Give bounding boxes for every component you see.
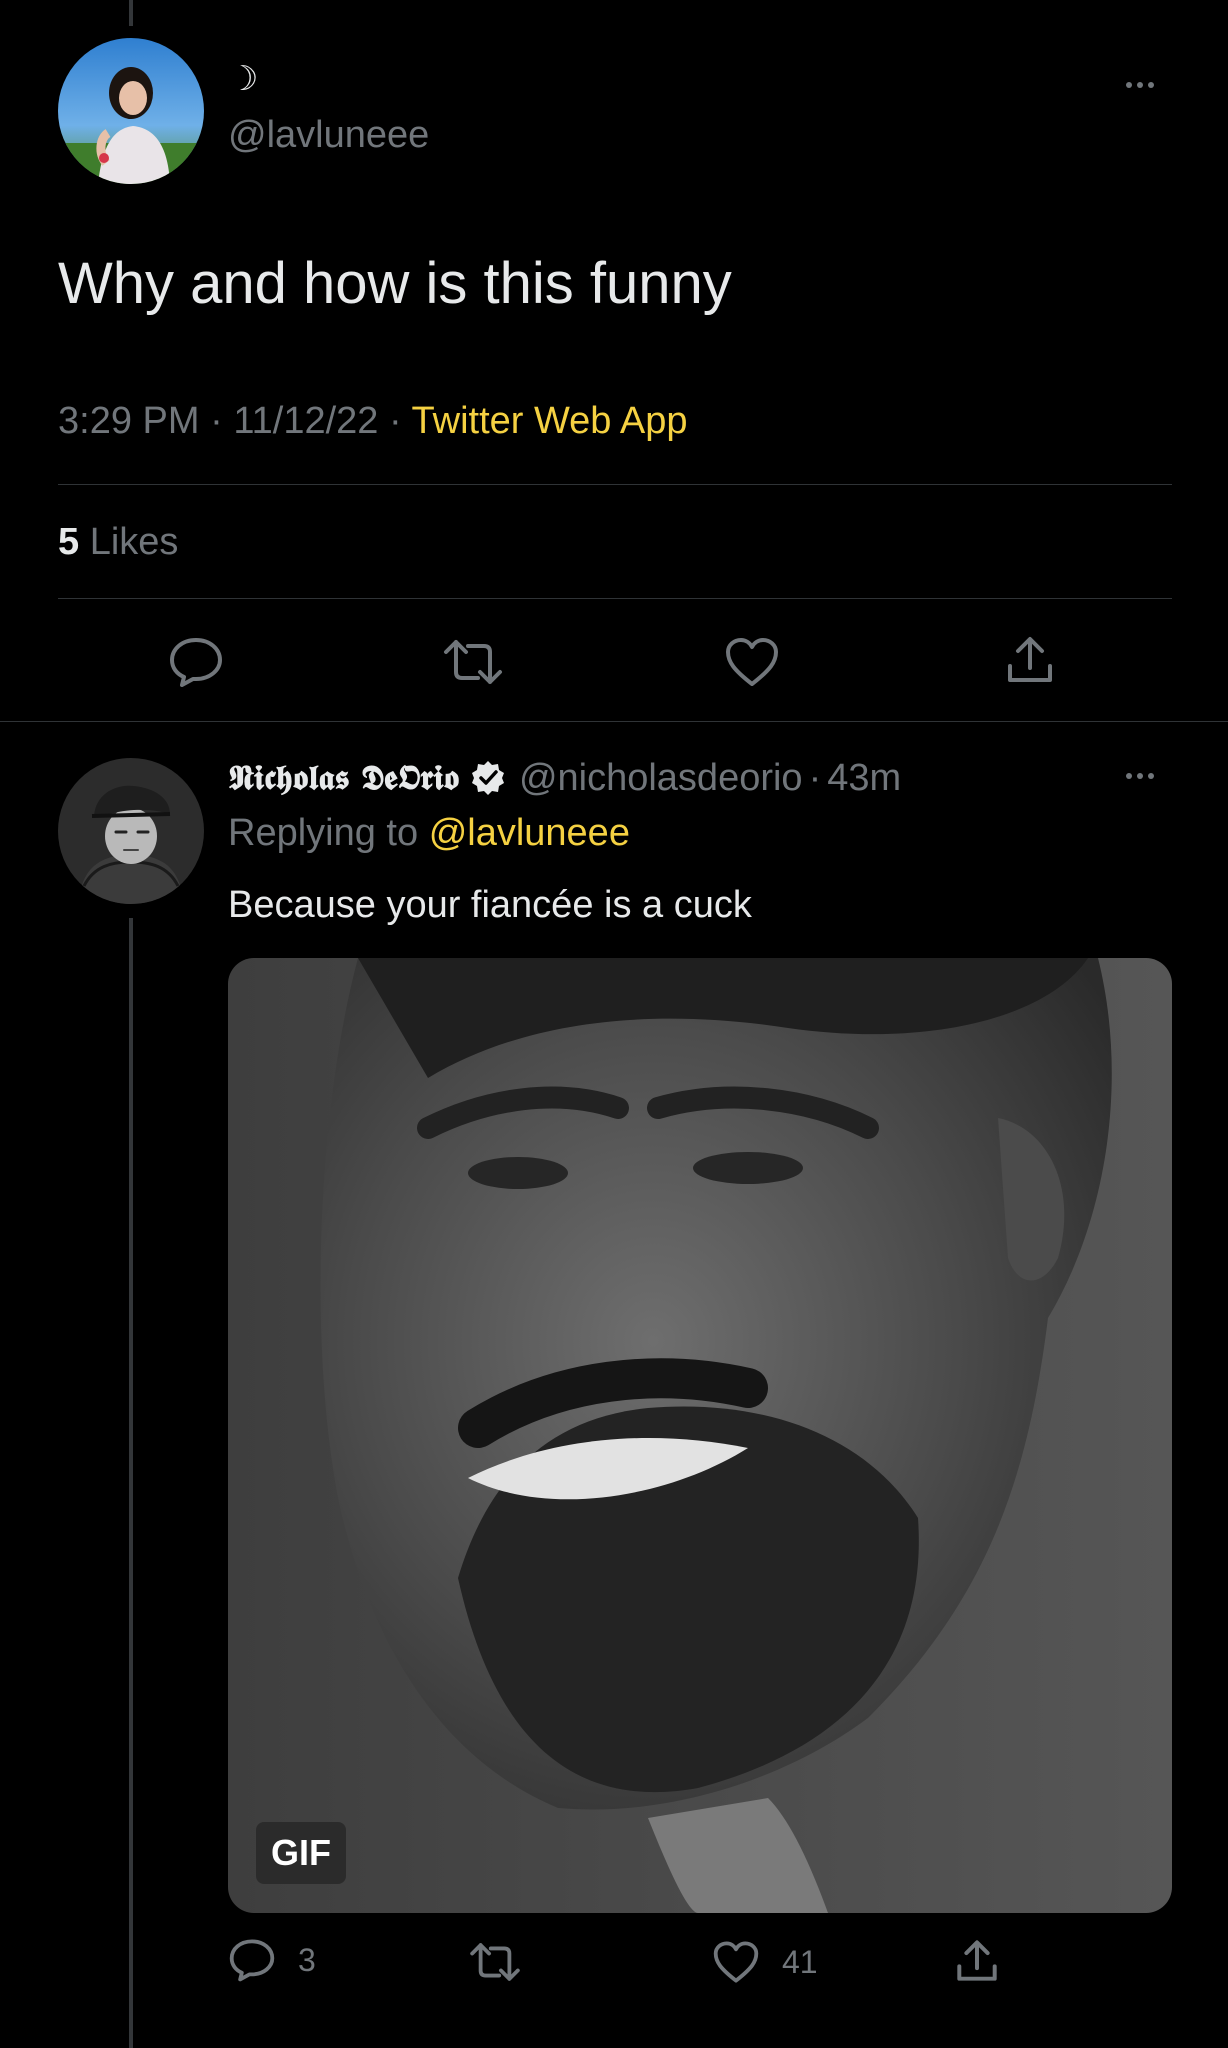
share-icon[interactable] (1004, 634, 1056, 686)
likes-stat[interactable]: 5 Likes (58, 523, 178, 561)
retweet-icon[interactable] (468, 1940, 522, 1984)
tweet-date: 11/12/22 (233, 400, 379, 442)
share-icon[interactable] (954, 1938, 1000, 1984)
retweet-icon[interactable] (442, 636, 504, 688)
gif-badge: GIF (256, 1822, 346, 1884)
heart-icon (712, 1940, 760, 1984)
tweet-source-link[interactable]: Twitter Web App (412, 400, 688, 442)
reply-text: Because your fiancée is a cuck (228, 884, 752, 926)
reply-author-avatar[interactable] (58, 758, 204, 904)
reply-count: 3 (298, 1941, 316, 1978)
reply-action-reply[interactable]: 3 (228, 1938, 316, 1982)
replying-to-line: Replying to @lavluneee (228, 814, 630, 852)
likes-label: Likes (89, 521, 179, 563)
divider (58, 484, 1172, 485)
tweet-text: Why and how is this funny (58, 251, 732, 316)
meta-separator: · (808, 756, 822, 799)
thread-line-top (129, 0, 133, 26)
divider (58, 598, 1172, 599)
meta-separator: · (210, 400, 223, 442)
more-options-icon[interactable] (1126, 82, 1154, 88)
like-count: 41 (782, 1943, 818, 1980)
verified-badge-icon (469, 759, 507, 797)
likes-count: 5 (58, 521, 80, 563)
thread-line-reply (129, 918, 133, 2048)
divider (0, 721, 1228, 722)
heart-icon[interactable] (724, 636, 780, 688)
reply-action-like[interactable]: 41 (712, 1940, 818, 1984)
reply-timestamp[interactable]: 43m (827, 757, 901, 800)
reply-icon[interactable] (168, 636, 224, 688)
reply-gif-media[interactable]: GIF (228, 958, 1172, 1913)
tweet-metadata: 3:29 PM · 11/12/22 · Twitter Web App (58, 402, 688, 440)
reply-display-name[interactable]: 𝕹𝖎𝖈𝖍𝖔𝖑𝖆𝖘 𝕯𝖊𝕺𝖗𝖎𝖔 (228, 758, 459, 798)
more-options-icon[interactable] (1126, 773, 1154, 779)
meta-separator: · (388, 400, 402, 442)
author-display-name[interactable]: ☽ (228, 62, 258, 96)
reply-handle[interactable]: @nicholasdeorio (519, 757, 803, 800)
replying-to-label: Replying to (228, 812, 419, 854)
author-handle[interactable]: @lavluneee (228, 116, 429, 154)
reply-header: 𝕹𝖎𝖈𝖍𝖔𝖑𝖆𝖘 𝕯𝖊𝕺𝖗𝖎𝖔 @nicholasdeorio · 43m (228, 756, 901, 800)
replying-to-handle-link[interactable]: @lavluneee (429, 812, 630, 854)
reply-icon (228, 1938, 276, 1982)
author-avatar[interactable] (58, 38, 204, 184)
tweet-time: 3:29 PM (58, 400, 200, 442)
